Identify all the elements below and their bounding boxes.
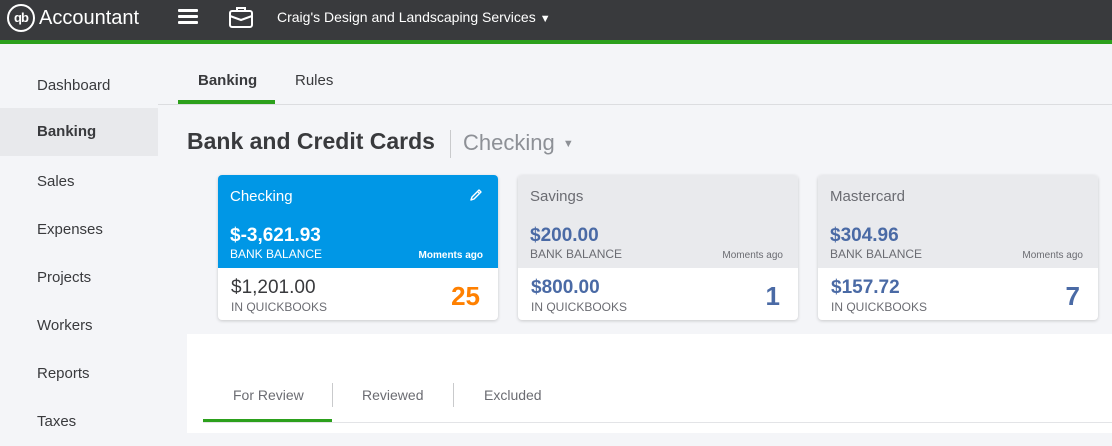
card-bank-balance-label: BANK BALANCE — [230, 247, 323, 261]
card-transaction-count: 7 — [1065, 281, 1080, 311]
company-name: Craig's Design and Landscaping Services — [277, 9, 536, 25]
sidebar-item-dashboard[interactable]: Dashboard — [0, 62, 158, 110]
card-bank-balance: $-3,621.93 — [230, 225, 321, 246]
sidebar: Dashboard Banking Sales Expenses Project… — [0, 44, 158, 433]
subtab-for-review[interactable]: For Review — [233, 387, 304, 403]
card-updated-time: Moments ago — [1022, 250, 1083, 261]
caret-down-icon: ▼ — [562, 138, 574, 151]
card-quickbooks-balance: $157.72 — [831, 277, 900, 298]
subtab-divider — [332, 383, 333, 407]
card-updated-time: Moments ago — [722, 250, 783, 261]
card-account-name: Mastercard — [830, 188, 906, 205]
card-account-name: Savings — [530, 188, 584, 205]
subtab-baseline — [203, 422, 1112, 423]
account-card-savings[interactable]: Savings $200.00 BANK BALANCE Moments ago… — [518, 175, 798, 320]
caret-down-icon: ▼ — [539, 13, 551, 25]
card-bank-balance-label: BANK BALANCE — [830, 247, 923, 261]
heading-divider — [450, 130, 451, 158]
card-bank-balance: $304.96 — [830, 225, 899, 246]
sidebar-item-expenses[interactable]: Expenses — [0, 206, 158, 254]
card-transaction-count: 25 — [451, 281, 480, 311]
card-updated-time: Moments ago — [418, 250, 483, 261]
company-selector[interactable]: Craig's Design and Landscaping Services ▼ — [277, 8, 551, 28]
page-title: Bank and Credit Cards — [187, 128, 435, 154]
transactions-panel: For Review Reviewed Excluded — [187, 334, 1112, 433]
card-bank-balance: $200.00 — [530, 225, 599, 246]
subtab-reviewed[interactable]: Reviewed — [362, 387, 423, 403]
active-tab-indicator — [178, 100, 275, 104]
card-transaction-count: 1 — [765, 281, 780, 311]
sidebar-item-workers[interactable]: Workers — [0, 302, 158, 350]
card-account-name: Checking — [230, 188, 293, 205]
hamburger-menu-icon[interactable] — [178, 9, 198, 27]
sidebar-item-banking[interactable]: Banking — [0, 108, 158, 156]
briefcase-icon[interactable] — [228, 5, 254, 29]
pencil-edit-icon[interactable] — [469, 188, 483, 202]
top-bar: qb Accountant Craig's Design and Landsca… — [0, 0, 1112, 44]
card-quickbooks-label: IN QUICKBOOKS — [231, 300, 328, 314]
subtab-divider — [453, 383, 454, 407]
sidebar-item-sales[interactable]: Sales — [0, 158, 158, 206]
account-card-checking[interactable]: Checking $-3,621.93 BANK BALANCE Moments… — [218, 175, 498, 320]
card-quickbooks-label: IN QUICKBOOKS — [831, 300, 928, 314]
account-card-mastercard[interactable]: Mastercard $304.96 BANK BALANCE Moments … — [818, 175, 1098, 320]
main-tabs: Banking Rules — [158, 44, 1112, 105]
card-bank-balance-label: BANK BALANCE — [530, 247, 623, 261]
account-selector[interactable]: Checking ▼ — [463, 130, 574, 156]
subtab-excluded[interactable]: Excluded — [484, 387, 542, 403]
card-quickbooks-balance: $800.00 — [531, 277, 600, 298]
tab-banking[interactable]: Banking — [198, 72, 257, 89]
tab-rules[interactable]: Rules — [295, 72, 333, 89]
sidebar-item-projects[interactable]: Projects — [0, 254, 158, 302]
sidebar-item-taxes[interactable]: Taxes — [0, 398, 158, 446]
card-quickbooks-label: IN QUICKBOOKS — [531, 300, 628, 314]
app-title: Accountant — [39, 7, 140, 29]
account-selector-label: Checking — [463, 130, 555, 155]
card-quickbooks-balance: $1,201.00 — [231, 277, 316, 298]
sidebar-item-reports[interactable]: Reports — [0, 350, 158, 398]
quickbooks-logo-icon[interactable]: qb — [7, 4, 35, 32]
